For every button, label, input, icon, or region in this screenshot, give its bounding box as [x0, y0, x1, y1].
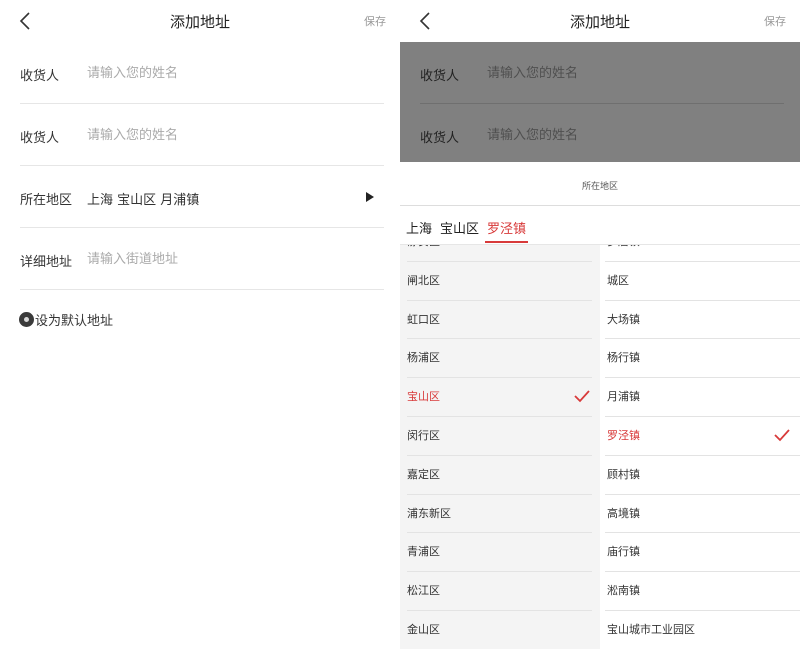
- list-item[interactable]: 月浦镇: [605, 378, 800, 417]
- list-item[interactable]: 顾村镇: [605, 456, 800, 495]
- save-button[interactable]: 保存: [364, 13, 386, 29]
- recipient-label: 收货人: [20, 131, 60, 146]
- district-list[interactable]: 静安区闸北区虹口区杨浦区宝山区闵行区嘉定区浦东新区青浦区松江区金山区: [400, 245, 600, 649]
- list-item[interactable]: 庙行镇: [605, 533, 800, 572]
- divider: [400, 205, 800, 206]
- list-item[interactable]: 金山区: [400, 611, 600, 649]
- recipient-name-input[interactable]: [87, 60, 347, 86]
- street-row: 详细地址: [20, 228, 384, 290]
- list-item[interactable]: 杨浦区: [400, 339, 600, 378]
- list-item[interactable]: 城区: [605, 262, 800, 301]
- recipient-row-2: 收货人: [20, 104, 384, 166]
- divider: [20, 289, 384, 290]
- recipient-name-input-2: [487, 122, 747, 148]
- list-item[interactable]: 闸北区: [400, 262, 600, 301]
- header: 添加地址 保存: [0, 0, 400, 42]
- list-item[interactable]: 青浦区: [400, 533, 600, 572]
- tab-town[interactable]: 罗泾镇: [485, 218, 529, 243]
- region-selector[interactable]: 所在地区 上海 宝山区 月浦镇: [20, 166, 384, 228]
- list-item[interactable]: 松江区: [400, 572, 600, 611]
- picker-tabs: 上海 宝山区 罗泾镇: [406, 218, 529, 243]
- recipient-row: 收货人: [420, 42, 784, 104]
- region-value: 上海 宝山区 月浦镇: [87, 193, 200, 208]
- list-item[interactable]: 高境镇: [605, 495, 800, 534]
- tab-district[interactable]: 宝山区: [440, 218, 479, 243]
- page-title: 添加地址: [569, 13, 630, 31]
- picker-title: 所在地区: [581, 182, 618, 192]
- list-item[interactable]: 浦东新区: [400, 495, 600, 534]
- add-address-screen: 添加地址 保存 收货人 收货人 所在地区 上海 宝山区 月浦镇 详细地址 设为默…: [0, 0, 400, 649]
- list-item[interactable]: 静安区: [400, 245, 600, 262]
- street-label: 详细地址: [20, 255, 73, 270]
- save-button[interactable]: 保存: [764, 13, 786, 29]
- list-item[interactable]: 大场镇: [605, 301, 800, 340]
- recipient-row-2: 收货人: [420, 104, 784, 166]
- check-icon: [574, 390, 590, 403]
- recipient-row: 收货人: [20, 42, 384, 104]
- list-item[interactable]: 虹口区: [400, 301, 600, 340]
- town-list[interactable]: 罗店镇城区大场镇杨行镇月浦镇罗泾镇顾村镇高境镇庙行镇淞南镇宝山城市工业园区: [605, 245, 800, 649]
- region-picker-screen: 添加地址 保存 收货人 收货人 所在地区 上海 宝山区 罗泾镇 静安区闸北区虹口…: [400, 0, 800, 649]
- list-item[interactable]: 罗泾镇: [605, 417, 800, 456]
- modal-overlay[interactable]: 收货人 收货人: [400, 42, 800, 162]
- list-item[interactable]: 杨行镇: [605, 339, 800, 378]
- region-label: 所在地区: [20, 193, 73, 208]
- header: 添加地址 保存: [400, 0, 800, 42]
- default-address-toggle[interactable]: 设为默认地址: [19, 309, 113, 329]
- list-item[interactable]: 闵行区: [400, 417, 600, 456]
- street-address-input[interactable]: [87, 246, 347, 272]
- recipient-label: 收货人: [420, 69, 460, 84]
- list-item[interactable]: 淞南镇: [605, 572, 800, 611]
- default-address-label: 设为默认地址: [35, 313, 114, 329]
- list-item[interactable]: 宝山区: [400, 378, 600, 417]
- page-title: 添加地址: [169, 13, 230, 31]
- recipient-name-input: [487, 60, 747, 86]
- recipient-name-input-2[interactable]: [87, 122, 347, 148]
- check-icon: [774, 429, 790, 442]
- tab-province[interactable]: 上海: [406, 218, 432, 243]
- list-item[interactable]: 罗店镇: [605, 245, 800, 262]
- list-item[interactable]: 宝山城市工业园区: [605, 611, 800, 649]
- list-item[interactable]: 嘉定区: [400, 456, 600, 495]
- recipient-label: 收货人: [420, 131, 460, 146]
- recipient-label: 收货人: [20, 69, 60, 84]
- radio-icon[interactable]: [19, 311, 34, 327]
- region-picker-sheet: 所在地区 上海 宝山区 罗泾镇 静安区闸北区虹口区杨浦区宝山区闵行区嘉定区浦东新…: [400, 162, 800, 649]
- arrow-right-icon: [366, 192, 374, 202]
